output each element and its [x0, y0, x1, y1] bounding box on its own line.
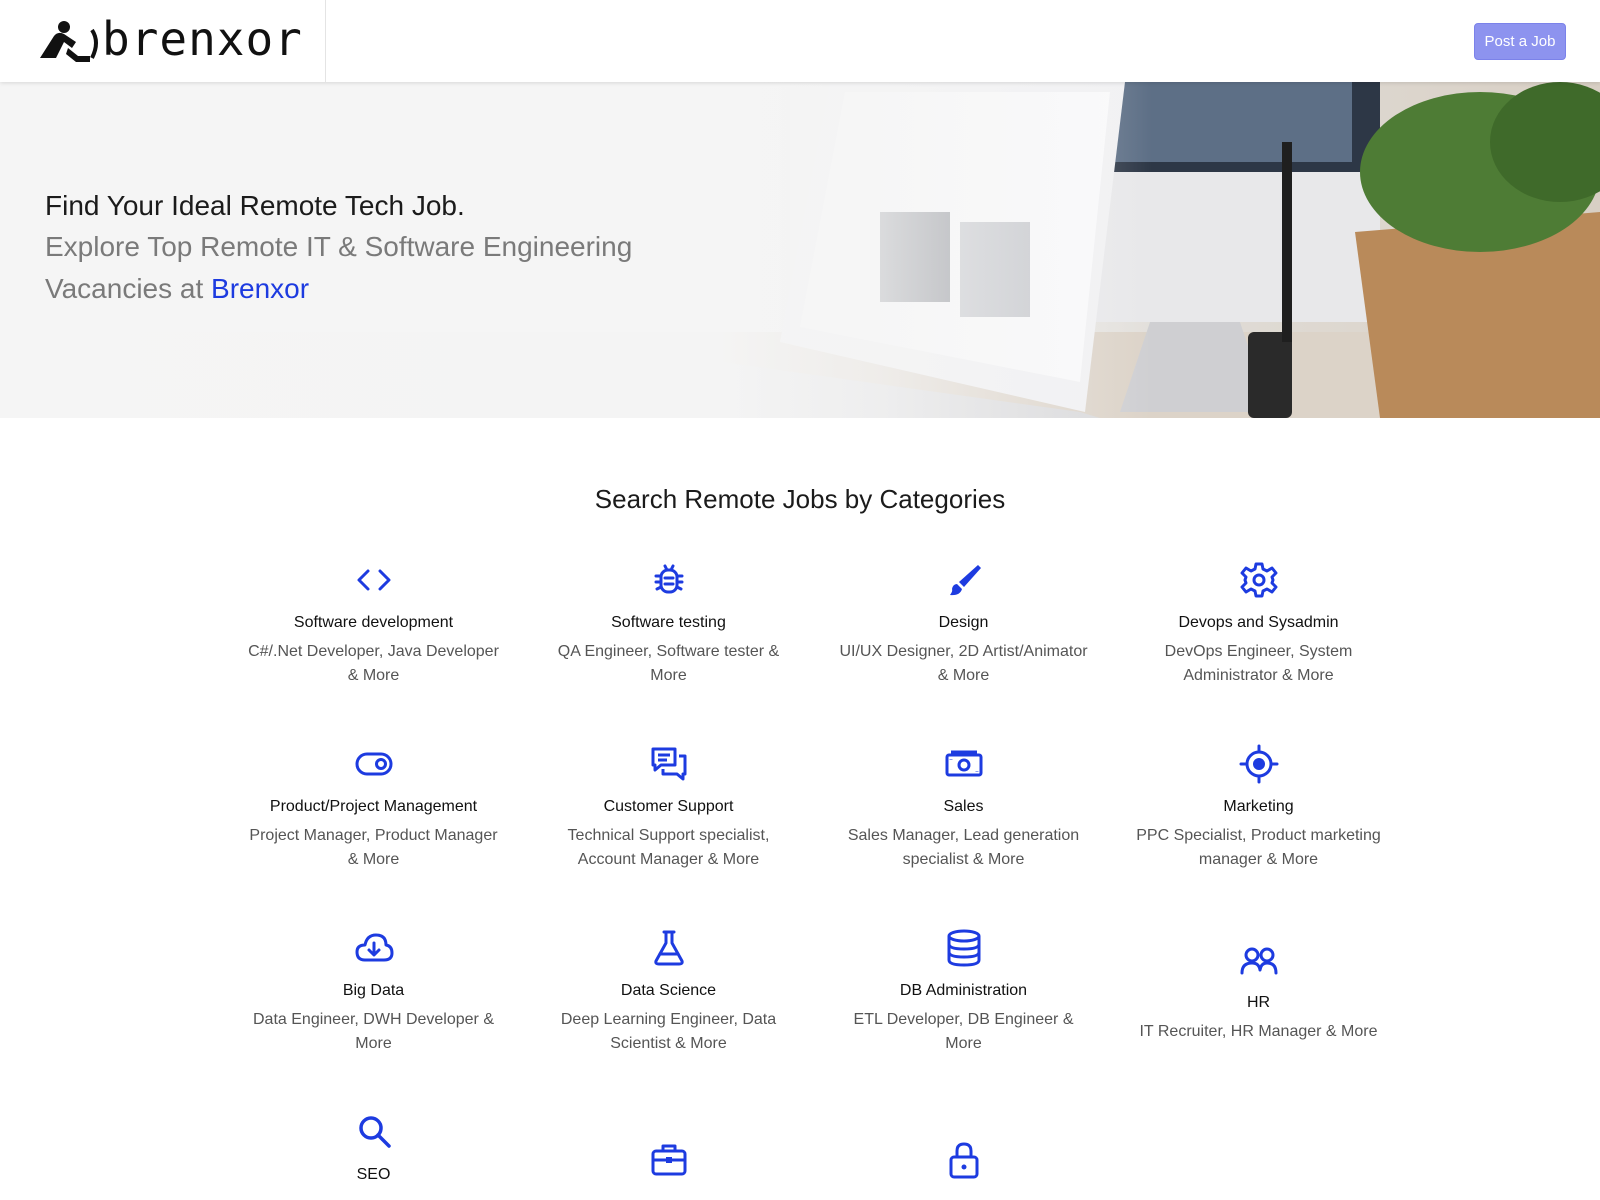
category-sales[interactable]: Sales Sales Manager, Lead generation spe… [816, 744, 1111, 872]
lock-icon [949, 1142, 978, 1179]
category-name: Devops and Sysadmin [1178, 614, 1339, 631]
database-icon [947, 929, 980, 967]
category-name: Data Science [620, 982, 717, 999]
category-name: SEO [356, 1166, 391, 1183]
gear-icon [1240, 562, 1277, 598]
category-name: Big Data [342, 982, 405, 999]
category-desc: DevOps Engineer, System Administrator & … [1164, 643, 1353, 684]
category-desc: C#/.Net Developer, Java Developer & More [248, 643, 499, 684]
category-name: HR [1246, 994, 1271, 1011]
search-icon [358, 1116, 391, 1148]
category-desc: ETL Developer, DB Engineer & More [853, 1011, 1074, 1052]
category-name: Customer Support [603, 798, 734, 815]
users-icon [1240, 947, 1277, 975]
chat-icon [651, 747, 686, 781]
logo[interactable]: brenxor [0, 0, 326, 82]
category-name: Software testing [611, 614, 726, 631]
category-desc: PPC Specialist, Product marketing manage… [1136, 827, 1381, 868]
category-desc: UI/UX Designer, 2D Artist/Animator & Mor… [839, 643, 1088, 684]
category-data-science[interactable]: Data Science Deep Learning Engineer, Dat… [521, 928, 816, 1056]
hero-title: Find Your Ideal Remote Tech Job. [45, 190, 465, 221]
category-name: Marketing [1223, 798, 1294, 815]
target-icon [1239, 744, 1278, 784]
post-job-button[interactable]: Post a Job [1474, 23, 1566, 60]
flask-icon [653, 930, 684, 966]
category-devops[interactable]: Devops and Sysadmin DevOps Engineer, Sys… [1111, 560, 1406, 688]
category-marketing[interactable]: Marketing PPC Specialist, Product market… [1111, 744, 1406, 872]
category-desc: Deep Learning Engineer, Data Scientist &… [560, 1011, 777, 1052]
category-desc: IT Recruiter, HR Manager & More [1139, 1023, 1378, 1040]
category-desc: QA Engineer, Software tester & More [557, 643, 780, 684]
categories-heading: Search Remote Jobs by Categories [594, 484, 1006, 514]
site-header: brenxor Post a Job [0, 0, 1600, 82]
category-software-development[interactable]: Software development C#/.Net Developer, … [226, 560, 521, 688]
hero-brand: Brenxor [211, 273, 310, 304]
brush-icon [949, 565, 981, 596]
code-icon [357, 569, 390, 591]
cash-icon [945, 750, 982, 777]
category-hr[interactable]: HR IT Recruiter, HR Manager & More [1111, 940, 1406, 1044]
bug-icon [654, 564, 683, 594]
category-db-administration[interactable]: DB Administration ETL Developer, DB Engi… [816, 928, 1111, 1056]
category-desc: Data Engineer, DWH Developer & More [253, 1011, 494, 1052]
category-business[interactable] [521, 1140, 816, 1180]
category-software-testing[interactable]: Software testing QA Engineer, Software t… [521, 560, 816, 688]
category-name: Software development [293, 614, 454, 631]
logo-mark-icon [40, 21, 98, 62]
hero-text: Find Your Ideal Remote Tech Job. Explore… [45, 186, 665, 310]
category-name: Design [938, 614, 989, 631]
hero-subtitle-text: Explore Top Remote IT & Software Enginee… [45, 231, 633, 304]
toggle-icon [355, 752, 392, 776]
category-name: Product/Project Management [269, 798, 478, 815]
category-product-management[interactable]: Product/Project Management Project Manag… [226, 744, 521, 872]
category-security[interactable] [816, 1140, 1111, 1180]
briefcase-icon [651, 1144, 686, 1176]
category-desc: Technical Support specialist, Account Ma… [567, 827, 770, 868]
category-big-data[interactable]: Big Data Data Engineer, DWH Developer & … [226, 928, 521, 1056]
category-desc: Project Manager, Product Manager & More [249, 827, 498, 868]
cloud-download-icon [355, 933, 393, 962]
category-name: Sales [943, 798, 984, 815]
hero-subtitle: Explore Top Remote IT & Software Enginee… [45, 226, 665, 310]
category-customer-support[interactable]: Customer Support Technical Support speci… [521, 744, 816, 872]
logo-text: brenxor [102, 12, 303, 66]
category-design[interactable]: Design UI/UX Designer, 2D Artist/Animato… [816, 560, 1111, 688]
category-seo[interactable]: SEO [226, 1112, 521, 1184]
hero-banner: Find Your Ideal Remote Tech Job. Explore… [0, 82, 1600, 418]
category-desc: Sales Manager, Lead generation specialis… [847, 827, 1080, 868]
category-name: DB Administration [899, 982, 1028, 999]
